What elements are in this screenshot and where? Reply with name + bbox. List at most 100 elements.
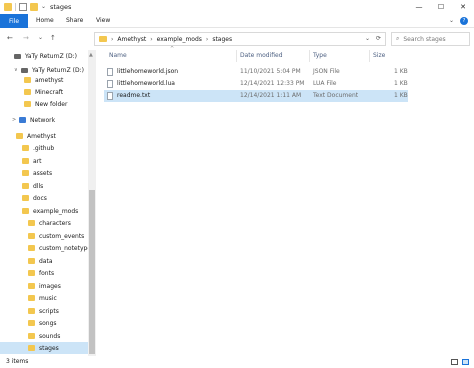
recent-locations-button[interactable]: ⌄ (38, 34, 43, 41)
customize-toolbar-icon[interactable]: ⌄ (41, 3, 49, 11)
sidebar-item-label: YaTy ReturnZ (D:) (25, 52, 77, 60)
file-type: JSON File (313, 68, 340, 75)
properties-icon[interactable] (19, 3, 27, 11)
address-dropdown-button[interactable]: ⌄ (365, 35, 370, 42)
sidebar-item-characters[interactable]: characters (28, 217, 71, 229)
chevron-right-icon[interactable]: > (12, 117, 17, 123)
sidebar-item-label: custom_events (39, 232, 85, 240)
breadcrumb-stages[interactable]: stages (212, 36, 232, 43)
sidebar-item-label: music (39, 294, 57, 302)
sidebar-item-music[interactable]: music (28, 292, 57, 304)
sidebar-item-sounds[interactable]: sounds (28, 330, 60, 342)
file-row[interactable]: littlehomeworld.lua 12/14/2021 12:33 PM … (104, 78, 408, 90)
new-folder-icon[interactable] (30, 3, 38, 11)
column-header-type[interactable]: Type (313, 52, 327, 59)
large-icons-view-icon[interactable] (462, 359, 469, 365)
sidebar-item-stages[interactable]: stages (0, 342, 88, 354)
sidebar-item-amethyst[interactable]: amethyst (24, 74, 63, 86)
folder-icon (99, 36, 107, 42)
sidebar-item-label: example_mods (33, 207, 79, 215)
sidebar-item-new-folder[interactable]: New folder (24, 98, 67, 110)
sidebar-item-songs[interactable]: songs (28, 317, 57, 329)
sidebar-item-label: dlls (33, 182, 44, 190)
column-header-date[interactable]: Date modified (240, 52, 283, 59)
sidebar-item-label: amethyst (35, 76, 64, 84)
breadcrumb-example-mods[interactable]: example_mods (157, 36, 202, 43)
sidebar-item-scripts[interactable]: scripts (28, 305, 59, 317)
folder-icon (22, 158, 29, 164)
column-divider[interactable] (309, 50, 310, 62)
drive-icon (14, 53, 21, 59)
close-button[interactable]: ✕ (452, 0, 474, 14)
sidebar-item-art[interactable]: art (22, 155, 42, 167)
minimize-button[interactable]: — (408, 0, 430, 14)
tab-view[interactable]: View (96, 17, 110, 24)
sidebar-item-dlls[interactable]: dlls (22, 180, 43, 192)
chevron-down-icon[interactable]: ∨ (14, 67, 19, 73)
sidebar-item-images[interactable]: images (28, 280, 61, 292)
sidebar-item-label: stages (39, 344, 59, 352)
tab-share[interactable]: Share (66, 17, 83, 24)
sidebar-item-custom-notetypes[interactable]: custom_notetypes (28, 242, 94, 254)
sidebar-item-label: images (39, 282, 61, 290)
sidebar-item-data[interactable]: data (28, 255, 53, 267)
refresh-button[interactable]: ⟳ (376, 35, 381, 42)
details-view-icon[interactable] (451, 359, 458, 365)
sidebar-item-label: art (33, 157, 42, 165)
file-row[interactable]: littlehomeworld.json 11/10/2021 5:04 PM … (104, 66, 408, 78)
sidebar-item-label: fonts (39, 269, 55, 277)
sidebar-item-example-mods[interactable]: example_mods (22, 205, 78, 217)
chevron-right-icon[interactable]: › (206, 36, 208, 43)
sidebar-item-docs[interactable]: docs (22, 192, 47, 204)
sidebar-item-label: Network (30, 116, 56, 124)
help-icon[interactable]: ? (460, 17, 468, 25)
address-bar[interactable]: › Amethyst › example_mods › stages ⌄ ⟳ (94, 32, 386, 46)
up-button[interactable]: ↑ (50, 34, 56, 42)
column-header-size[interactable]: Size (373, 52, 385, 59)
forward-button[interactable]: → (23, 34, 29, 42)
chevron-right-icon[interactable]: › (150, 36, 152, 43)
sidebar-item-label: characters (39, 219, 71, 227)
sidebar-item-github[interactable]: .github (22, 142, 54, 154)
quick-access-toolbar: ⌄ (4, 3, 49, 11)
sidebar-scroll-thumb[interactable] (89, 190, 95, 354)
sidebar-item-minecraft[interactable]: Minecraft (24, 86, 63, 98)
folder-icon (28, 320, 35, 326)
column-header-name[interactable]: Name (109, 52, 127, 59)
address-actions: ⌄ ⟳ (365, 35, 381, 42)
folder-icon (28, 295, 35, 301)
back-button[interactable]: ← (7, 34, 13, 42)
folder-icon (22, 183, 29, 189)
sidebar-item-amethyst[interactable]: Amethyst (16, 130, 56, 142)
search-icon: ⌕ (396, 35, 400, 42)
json-file-icon (107, 68, 113, 76)
column-divider[interactable] (369, 50, 370, 62)
folder-icon (4, 3, 12, 11)
search-input[interactable]: ⌕ Search stages (391, 32, 470, 46)
breadcrumb-amethyst[interactable]: Amethyst (117, 36, 146, 43)
sidebar-item-label: songs (39, 319, 57, 327)
file-row[interactable]: readme.txt 12/14/2021 1:11 AM Text Docum… (104, 90, 408, 102)
lua-file-icon (107, 80, 113, 88)
sidebar-item-label: scripts (39, 307, 59, 315)
file-name: littlehomeworld.lua (117, 80, 175, 87)
sidebar-item-network[interactable]: > Network (12, 114, 55, 126)
folder-icon (24, 101, 31, 107)
maximize-button[interactable]: ☐ (430, 0, 452, 14)
column-divider[interactable] (236, 50, 237, 62)
sidebar-item-fonts[interactable]: fonts (28, 267, 54, 279)
sidebar-item-label: YaTy ReturnZ (D:) (32, 66, 84, 74)
folder-icon (28, 270, 35, 276)
sidebar-item-yaty-returnz-d[interactable]: YaTy ReturnZ (D:) (14, 50, 77, 62)
tab-file[interactable]: File (0, 14, 28, 28)
tab-home[interactable]: Home (36, 17, 54, 24)
chevron-right-icon[interactable]: › (111, 36, 113, 43)
sidebar-item-custom-events[interactable]: custom_events (28, 230, 84, 242)
folder-icon (16, 133, 23, 139)
drive-icon (21, 67, 28, 73)
sidebar-item-assets[interactable]: assets (22, 167, 52, 179)
scroll-up-icon[interactable]: ▲ (89, 52, 93, 58)
folder-icon (28, 233, 35, 239)
folder-icon (28, 308, 35, 314)
expand-ribbon-icon[interactable]: ⌄ (449, 17, 454, 25)
